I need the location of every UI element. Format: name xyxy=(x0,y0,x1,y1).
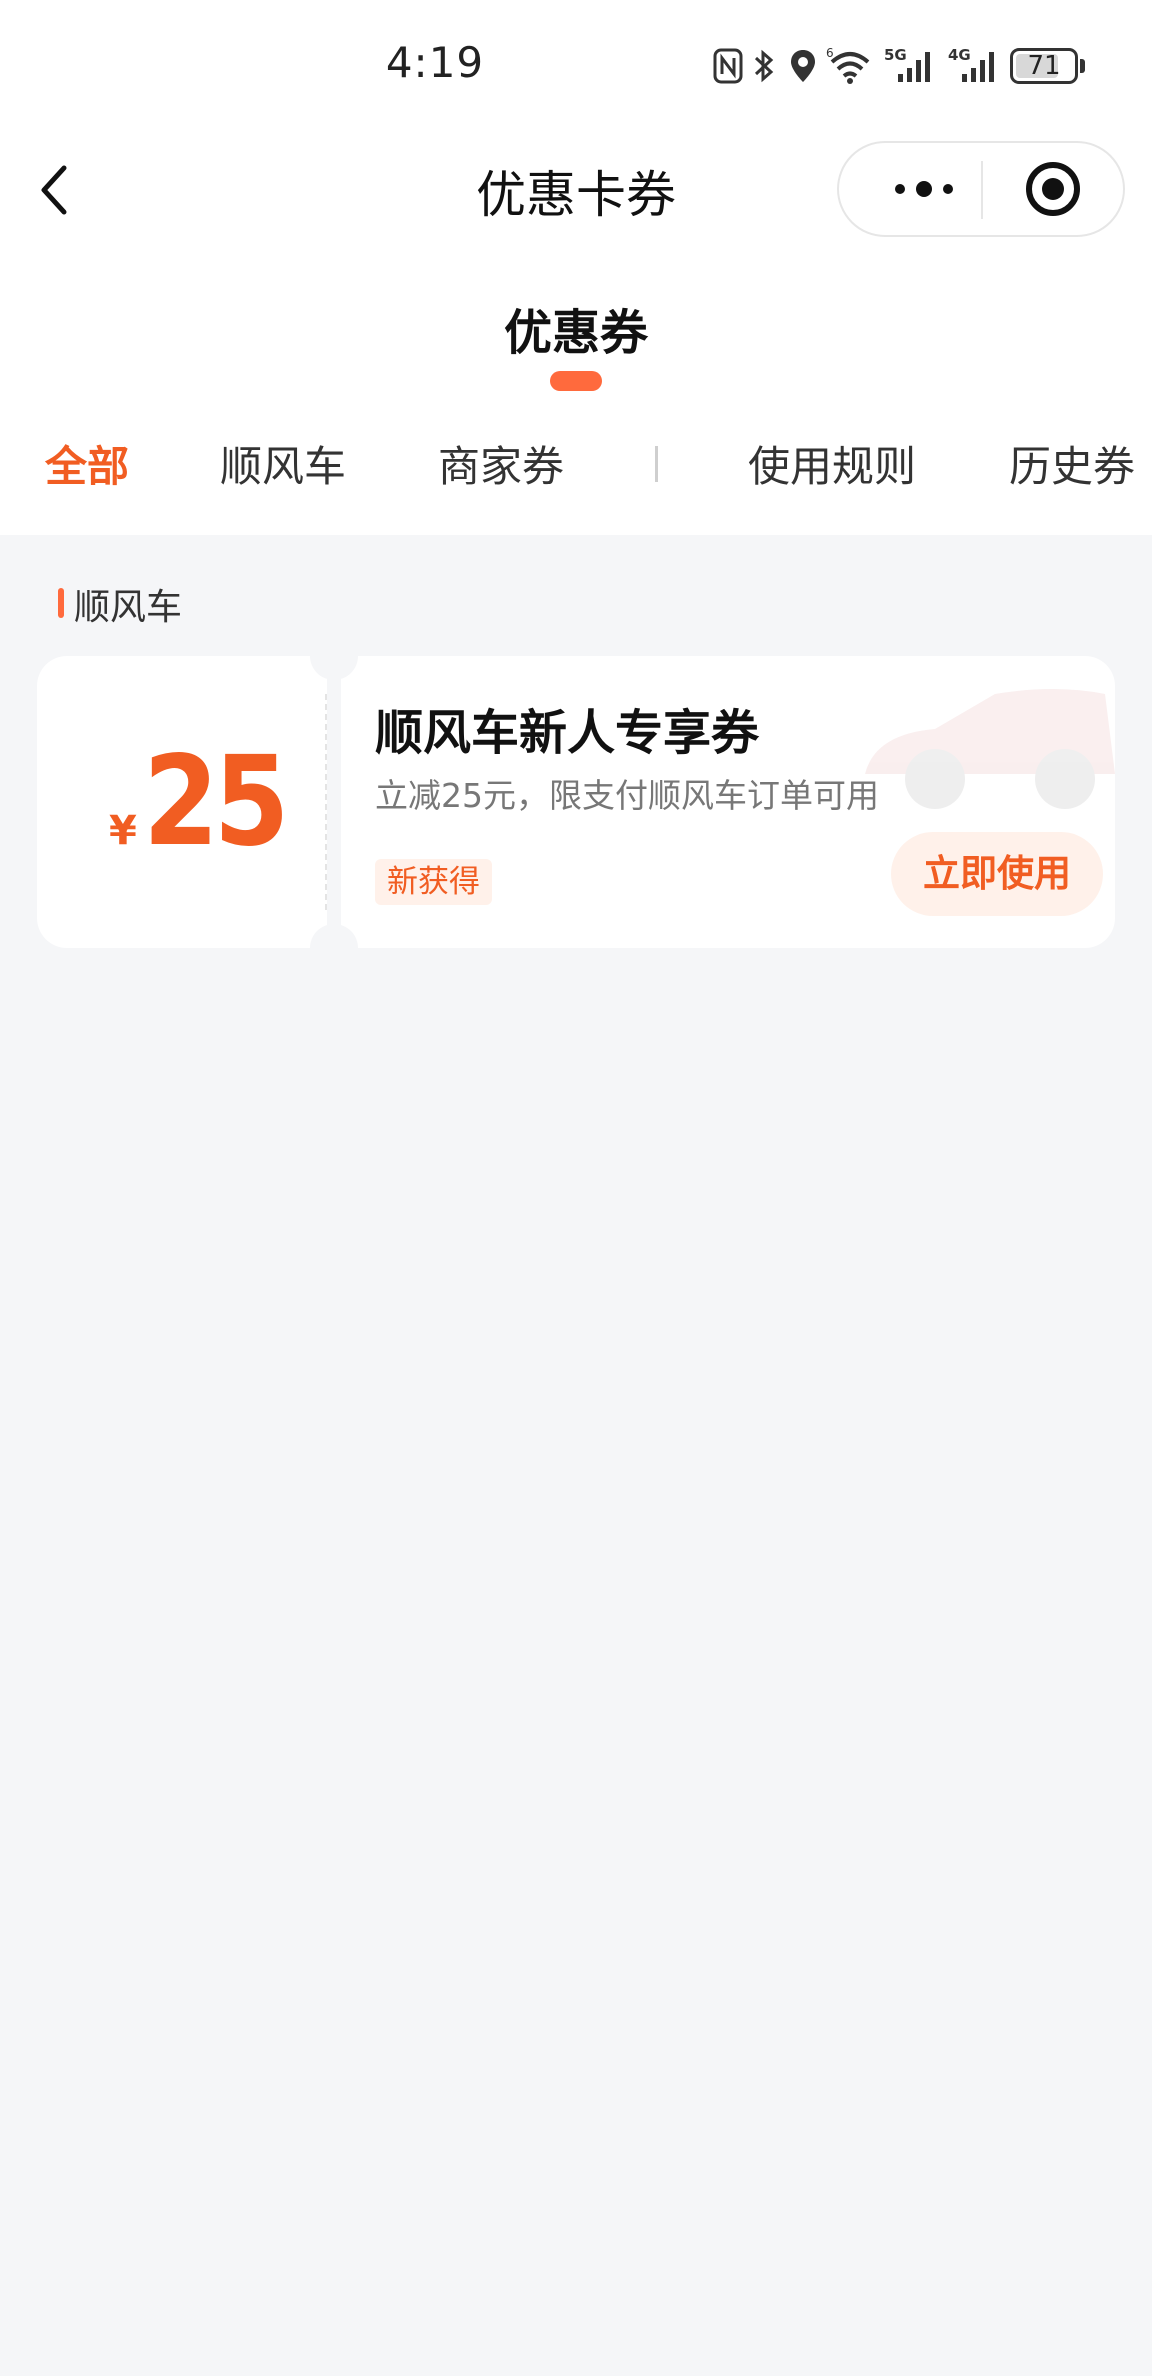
svg-text:4G: 4G xyxy=(948,46,971,64)
coupon-value-panel: ¥ 25 xyxy=(37,656,327,948)
filter-divider xyxy=(655,446,658,482)
battery-level: 71 xyxy=(1027,51,1061,81)
location-icon xyxy=(791,50,815,82)
filter-tab-merchant[interactable]: 商家券 xyxy=(438,433,564,494)
filter-tab-rules[interactable]: 使用规则 xyxy=(748,433,916,494)
car-watermark-icon xyxy=(865,689,1115,809)
tab-active-indicator xyxy=(550,371,602,391)
coupon-amount: 25 xyxy=(143,730,290,874)
coupon-perforation xyxy=(325,694,327,910)
capsule-divider xyxy=(981,161,983,219)
coupon-info-panel: 顺风车新人专享券 立减25元，限支付顺风车订单可用 新获得 立即使用 xyxy=(341,656,1115,948)
tab-coupons[interactable]: 优惠券 xyxy=(0,293,1152,363)
coupon-description: 立减25元，限支付顺风车订单可用 xyxy=(375,776,879,815)
use-now-button[interactable]: 立即使用 xyxy=(891,832,1103,916)
group-accent-bar xyxy=(58,588,64,618)
battery-icon: 71 xyxy=(1010,48,1078,84)
more-button[interactable] xyxy=(869,143,979,235)
mini-program-capsule xyxy=(837,141,1125,237)
filter-tab-ride[interactable]: 顺风车 xyxy=(220,433,346,494)
coupon-title: 顺风车新人专享券 xyxy=(375,705,760,761)
currency-symbol: ¥ xyxy=(109,808,137,854)
svg-text:6: 6 xyxy=(826,46,834,60)
nfc-icon xyxy=(713,48,743,84)
signal-4g-icon: 4G xyxy=(948,46,994,82)
new-badge: 新获得 xyxy=(375,859,492,905)
coupon-notch-bottom xyxy=(310,924,358,972)
coupon-notch-top xyxy=(310,632,358,680)
header-area: 4:19 6 5G 4G 71 优惠卡券 优惠券 全部 顺风车 商家券 使用规则… xyxy=(0,0,1152,535)
battery-tip xyxy=(1080,59,1085,73)
target-circle-icon xyxy=(1026,162,1080,216)
more-dots-icon xyxy=(895,181,953,197)
coupon-card[interactable]: ¥ 25 顺风车新人专享券 立减25元，限支付顺风车订单可用 新获得 立即使用 xyxy=(37,632,1115,972)
group-label: 顺风车 xyxy=(74,587,183,628)
signal-5g-icon: 5G xyxy=(884,46,930,82)
close-mini-program-button[interactable] xyxy=(987,143,1119,235)
wifi-icon: 6 xyxy=(826,46,870,84)
filter-tab-all[interactable]: 全部 xyxy=(45,433,129,494)
svg-text:5G: 5G xyxy=(884,46,907,64)
bluetooth-icon xyxy=(754,49,774,83)
filter-tab-history[interactable]: 历史券 xyxy=(1009,433,1135,494)
